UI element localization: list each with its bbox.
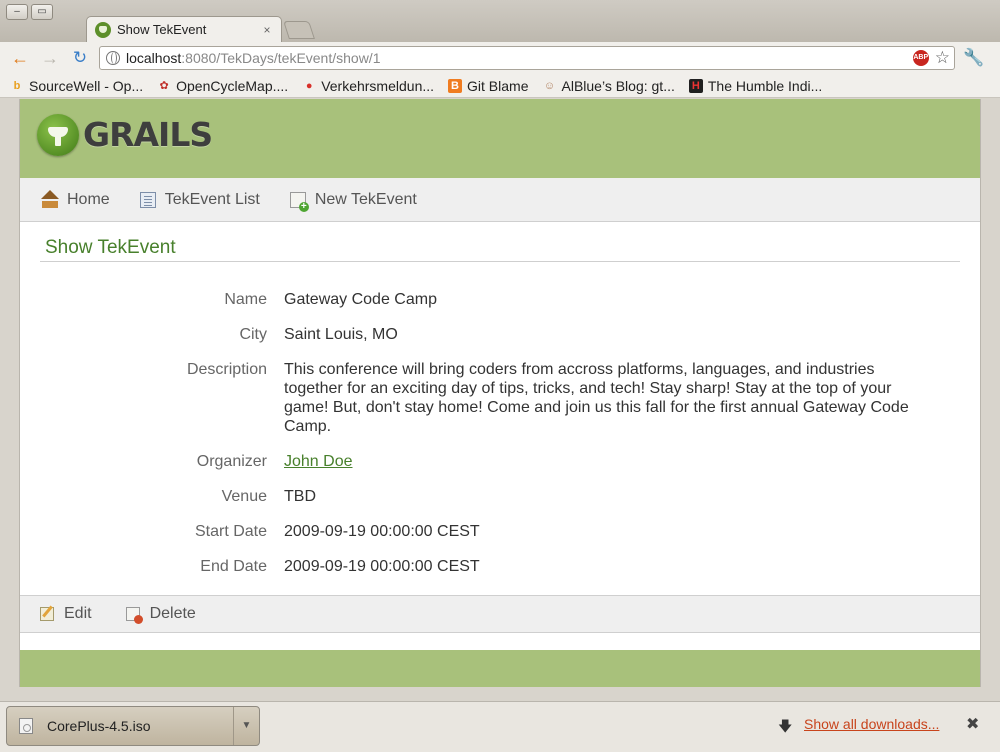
detail-row-city: City Saint Louis, MO — [40, 325, 960, 344]
adblock-icon[interactable]: ABP — [912, 50, 929, 66]
forward-arrow-icon[interactable]: → — [40, 48, 60, 68]
edit-label: Edit — [64, 605, 92, 622]
detail-row-description: Description This conference will bring c… — [40, 360, 960, 436]
delete-icon — [125, 607, 143, 624]
nav-home[interactable]: Home — [41, 189, 110, 209]
detail-row-name: Name Gateway Code Camp — [40, 290, 960, 309]
download-shelf: CorePlus-4.5.iso ▼ 🡇 Show all downloads.… — [0, 701, 1000, 752]
home-icon — [41, 189, 59, 208]
minimize-button[interactable]: – — [6, 4, 28, 20]
browser-toolbar: ← → ↻ localhost:8080/TekDays/tekEvent/sh… — [0, 42, 1000, 74]
bookmark-label: AlBlue’s Blog: gt... — [561, 77, 675, 94]
delete-button[interactable]: Delete — [125, 605, 196, 624]
show-all-downloads-link[interactable]: Show all downloads... — [804, 716, 939, 732]
bookmark-git-blame[interactable]: B Git Blame — [448, 77, 529, 94]
list-icon — [139, 191, 156, 208]
nav-list-label: TekEvent List — [164, 190, 260, 208]
site-footer — [20, 650, 980, 687]
bookmark-star-icon[interactable]: ☆ — [935, 49, 950, 67]
bookmark-sourcewell[interactable]: b SourceWell - Op... — [10, 77, 144, 94]
tab-title: Show TekEvent — [117, 22, 207, 37]
bookmark-label: Git Blame — [467, 77, 529, 94]
tab-close-icon[interactable]: × — [261, 23, 273, 37]
bookmark-alblue-blog[interactable]: ☺ AlBlue’s Blog: gt... — [543, 78, 675, 94]
site-header: GRAILS — [20, 99, 980, 178]
grails-logo-icon[interactable] — [37, 114, 79, 156]
bookmark-label: SourceWell - Op... — [29, 77, 144, 94]
globe-icon — [106, 51, 120, 65]
delete-label: Delete — [149, 605, 196, 622]
detail-row-end-date: End Date 2009-09-19 00:00:00 CEST — [40, 557, 960, 576]
content-area: Show TekEvent Name Gateway Code Camp Cit… — [20, 222, 980, 576]
download-item[interactable]: CorePlus-4.5.iso ▼ — [6, 706, 260, 746]
humble-bundle-icon: H — [688, 78, 703, 93]
detail-value: Saint Louis, MO — [284, 326, 398, 343]
detail-label: Venue — [221, 488, 267, 505]
detail-row-start-date: Start Date 2009-09-19 00:00:00 CEST — [40, 522, 960, 541]
disc-file-icon — [19, 718, 33, 734]
blogger-icon: B — [448, 78, 463, 93]
detail-label: End Date — [200, 558, 267, 575]
browser-titlebar: – ▭ Show TekEvent × — [0, 0, 1000, 42]
details-list: Name Gateway Code Camp City Saint Louis,… — [40, 290, 960, 576]
url-path: :8080/TekDays/tekEvent/show/1 — [181, 50, 381, 66]
avatar-icon: ☺ — [543, 79, 556, 92]
download-arrow-icon: 🡇 — [778, 718, 793, 734]
detail-label: Start Date — [194, 523, 267, 540]
detail-label: Description — [186, 361, 267, 378]
detail-value: Gateway Code Camp — [284, 291, 437, 308]
pencil-icon — [40, 607, 54, 621]
url-text[interactable]: localhost:8080/TekDays/tekEvent/show/1 — [126, 50, 913, 66]
edit-button[interactable]: Edit — [40, 605, 92, 623]
tab-show-tekevent[interactable]: Show TekEvent × — [86, 16, 282, 42]
reload-icon[interactable]: ↻ — [70, 48, 90, 68]
detail-value: TBD — [284, 488, 316, 505]
detail-label: Organizer — [196, 453, 267, 470]
wrench-icon[interactable]: 🔧 — [963, 48, 984, 68]
download-filename: CorePlus-4.5.iso — [47, 718, 151, 734]
window-controls: – ▭ — [6, 4, 53, 20]
page-title: Show TekEvent — [40, 237, 960, 262]
url-host: localhost — [126, 50, 182, 66]
nav-home-label: Home — [67, 190, 110, 208]
action-buttons: Edit Delete — [20, 595, 980, 633]
bookmarks-bar: b SourceWell - Op... ✿ OpenCycleMap.... … — [0, 74, 1000, 98]
nav-tekevent-list[interactable]: TekEvent List — [139, 190, 260, 209]
download-menu-chevron-icon[interactable]: ▼ — [233, 707, 259, 745]
page-viewport: GRAILS Home TekEvent List New TekEvent S… — [0, 99, 1000, 701]
detail-value: 2009-09-19 00:00:00 CEST — [284, 523, 480, 540]
bookmark-verkehrsmeldungen[interactable]: ● Verkehrsmeldun... — [302, 78, 434, 94]
new-document-icon — [289, 191, 309, 212]
sourcewell-icon: b — [13, 79, 21, 92]
site-nav: Home TekEvent List New TekEvent — [20, 178, 980, 222]
verkehrsmeldungen-icon: ● — [305, 79, 313, 92]
organizer-link[interactable]: John Doe — [284, 453, 353, 470]
nav-new-label: New TekEvent — [314, 190, 417, 208]
address-bar[interactable]: localhost:8080/TekDays/tekEvent/show/1 A… — [99, 46, 955, 70]
detail-label: Name — [224, 291, 267, 308]
bookmark-label: Verkehrsmeldun... — [321, 77, 435, 94]
close-icon[interactable]: ✖ — [966, 714, 979, 734]
new-tab-button[interactable] — [283, 21, 315, 39]
back-arrow-icon[interactable]: ← — [10, 48, 30, 68]
detail-label: City — [239, 326, 267, 343]
detail-row-organizer: Organizer John Doe — [40, 452, 960, 471]
maximize-button[interactable]: ▭ — [31, 4, 53, 20]
nav-new-tekevent[interactable]: New TekEvent — [289, 190, 417, 212]
bookmark-opencyclemap[interactable]: ✿ OpenCycleMap.... — [157, 77, 289, 94]
grails-logo-text[interactable]: GRAILS — [83, 115, 213, 154]
detail-value: 2009-09-19 00:00:00 CEST — [284, 558, 480, 575]
detail-value: John Doe — [284, 452, 924, 471]
bookmark-label: OpenCycleMap.... — [176, 77, 289, 94]
detail-value: This conference will bring coders from a… — [284, 361, 909, 435]
grails-page: GRAILS Home TekEvent List New TekEvent S… — [19, 99, 981, 687]
grails-favicon-icon — [95, 21, 111, 38]
opencyclemap-icon: ✿ — [159, 79, 169, 92]
detail-row-venue: Venue TBD — [40, 487, 960, 506]
bookmark-label: The Humble Indi... — [707, 77, 823, 94]
bookmark-humble-indie[interactable]: H The Humble Indi... — [688, 77, 823, 94]
